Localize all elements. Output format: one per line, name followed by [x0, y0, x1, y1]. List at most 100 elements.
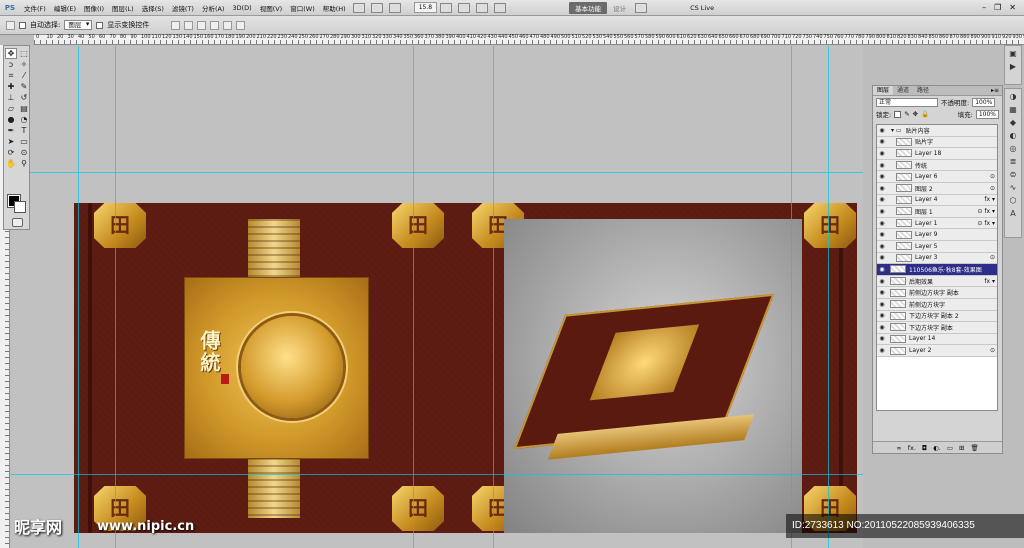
guide-line[interactable]: [11, 474, 863, 475]
lock-pixels-icon[interactable]: ✎: [904, 110, 909, 118]
menu-layer[interactable]: 图层(L): [108, 3, 138, 13]
crop-tool-icon[interactable]: ⌗: [5, 70, 17, 81]
layer-row[interactable]: ◉ 贴片字: [877, 136, 997, 149]
hand-icon[interactable]: [440, 2, 453, 13]
eye-icon[interactable]: ◉: [877, 231, 887, 238]
layers-panel-icon[interactable]: ≣: [1007, 157, 1019, 167]
move-tool-icon[interactable]: ✥: [5, 48, 17, 59]
background-color-swatch[interactable]: [14, 201, 26, 213]
masks-panel-icon[interactable]: ◎: [1007, 144, 1019, 154]
document-canvas[interactable]: 田 田 田 田 田 田 田 田 傳統: [74, 203, 857, 533]
workspace-design-button[interactable]: 设计: [607, 3, 632, 13]
fill-input[interactable]: 100%: [975, 109, 999, 119]
layer-row[interactable]: ◉ 前侧边方块字: [877, 298, 997, 311]
auto-select-dropdown[interactable]: 图层: [64, 20, 93, 30]
eraser-tool-icon[interactable]: ▱: [5, 103, 17, 114]
tab-layers[interactable]: 图层: [873, 86, 894, 95]
layer-row[interactable]: ◉ Layer 1 ⊙ fx ▾: [877, 217, 997, 230]
menu-window[interactable]: 窗口(W): [286, 3, 319, 13]
gradient-tool-icon[interactable]: ▤: [18, 103, 30, 114]
menu-edit[interactable]: 编辑(E): [50, 3, 80, 13]
3d-rotate-tool-icon[interactable]: ⟳: [5, 147, 17, 158]
history-panel-icon[interactable]: ▣: [1007, 49, 1019, 59]
eye-icon[interactable]: ◉: [877, 278, 887, 285]
eye-icon[interactable]: ◉: [877, 208, 887, 215]
menu-file[interactable]: 文件(F): [20, 3, 50, 13]
hand-tool-icon[interactable]: ✋: [5, 158, 17, 169]
canvas-area[interactable]: 田 田 田 田 田 田 田 田 傳統: [11, 46, 863, 548]
rotate-view-icon[interactable]: [458, 2, 471, 13]
layer-row[interactable]: ◉ 下边方块字 副本: [877, 322, 997, 334]
healing-tool-icon[interactable]: ✚: [5, 81, 17, 92]
panel-menu-icon[interactable]: ▸≡: [991, 86, 1002, 95]
channels-panel-icon[interactable]: ⊜: [1007, 170, 1019, 180]
zoom-tool-icon[interactable]: ⚲: [18, 158, 30, 169]
eye-icon[interactable]: ◉: [877, 220, 887, 227]
mini-bridge-icon[interactable]: [370, 2, 383, 13]
menu-select[interactable]: 选择(S): [138, 3, 168, 13]
adjustment-layer-icon[interactable]: ◐.: [933, 444, 941, 452]
guide-line[interactable]: [493, 46, 494, 548]
layer-row[interactable]: ◉ Layer 6 ⊙: [877, 171, 997, 183]
color-panel-icon[interactable]: ◑: [1007, 92, 1019, 102]
layer-row[interactable]: ◉ 图层 1 ⊙ fx ▾: [877, 206, 997, 218]
menu-view[interactable]: 视图(V): [256, 3, 287, 13]
layer-row[interactable]: ◉ Layer 9: [877, 229, 997, 241]
link-layers-icon[interactable]: ∞: [896, 444, 901, 452]
workspace-more-icon[interactable]: [635, 2, 648, 13]
cs-live-button[interactable]: CS Live: [690, 4, 714, 12]
align-bottom-icon[interactable]: [197, 20, 207, 30]
opacity-input[interactable]: 100%: [972, 97, 996, 107]
screen-mode-icon[interactable]: [494, 2, 507, 13]
layer-row[interactable]: ◉ Layer 5: [877, 240, 997, 253]
show-transform-checkbox[interactable]: [96, 21, 104, 29]
align-top-icon[interactable]: [171, 20, 181, 30]
eye-icon[interactable]: ◉: [877, 254, 887, 261]
guide-line[interactable]: [115, 46, 116, 548]
align-hcenter-icon[interactable]: [223, 20, 233, 30]
menu-3d[interactable]: 3D(D): [228, 4, 255, 12]
menu-analysis[interactable]: 分析(A): [198, 3, 229, 13]
actions-panel-icon[interactable]: ▶: [1007, 62, 1019, 72]
eye-icon[interactable]: ◉: [877, 335, 887, 342]
close-icon[interactable]: ✕: [1009, 3, 1016, 12]
new-group-icon[interactable]: ▭: [947, 444, 953, 452]
eye-icon[interactable]: ◉: [877, 173, 887, 180]
eye-icon[interactable]: ◉: [877, 127, 887, 134]
align-vcenter-icon[interactable]: [184, 20, 194, 30]
layer-row[interactable]: ◉ 传统: [877, 159, 997, 172]
layer-row[interactable]: ◉ 110506鱼乐·秋8套-效果图: [877, 264, 997, 276]
eyedropper-tool-icon[interactable]: ⁄: [18, 70, 30, 81]
minimize-icon[interactable]: –: [982, 3, 986, 12]
layer-row[interactable]: ◉ 图层 2 ⊙: [877, 182, 997, 195]
eye-icon[interactable]: ◉: [877, 185, 887, 192]
add-style-icon[interactable]: fx.: [908, 444, 916, 452]
guide-line[interactable]: [11, 172, 863, 173]
add-mask-icon[interactable]: ◘: [922, 444, 927, 452]
delete-layer-icon[interactable]: 🗑: [970, 444, 978, 452]
paths-panel-icon[interactable]: ∿: [1007, 183, 1019, 193]
character-panel-icon[interactable]: A: [1007, 209, 1019, 219]
layer-group-row[interactable]: ◉ ▾ ▭ 贴片内容: [877, 125, 997, 137]
eye-icon[interactable]: ◉: [877, 324, 887, 331]
ruler-horizontal[interactable]: 0 10 20 30 40 50 60 70 80 90 100 110 120 130 140 150 160…: [34, 34, 1024, 45]
layer-row[interactable]: ◉ Layer 3 ⊙: [877, 252, 997, 265]
3d-panel-icon[interactable]: ⬡: [1007, 196, 1019, 206]
quick-mask-button[interactable]: [12, 218, 23, 227]
fx-icon[interactable]: fx ▾: [984, 208, 995, 215]
marquee-tool-icon[interactable]: ⬚: [18, 48, 30, 59]
group-expand-icon[interactable]: ▾ ▭: [891, 127, 902, 134]
eye-icon[interactable]: ◉: [877, 289, 887, 296]
move-tool-preset-icon[interactable]: [6, 20, 15, 30]
tab-channels[interactable]: 通道: [893, 86, 913, 95]
menu-help[interactable]: 帮助(H): [319, 3, 350, 13]
eye-icon[interactable]: ◉: [877, 301, 887, 308]
layer-row[interactable]: ◉ Layer 14: [877, 333, 997, 346]
eye-icon[interactable]: ◉: [877, 150, 887, 157]
magic-wand-tool-icon[interactable]: ✧: [18, 59, 30, 70]
layer-row[interactable]: ◉ Layer 2 ⊙: [877, 345, 997, 357]
view-extras-icon[interactable]: [388, 2, 401, 13]
layer-row[interactable]: ◉ 下边方块字 副本 2: [877, 310, 997, 323]
guide-line[interactable]: [828, 46, 829, 548]
guide-line[interactable]: [78, 46, 79, 548]
